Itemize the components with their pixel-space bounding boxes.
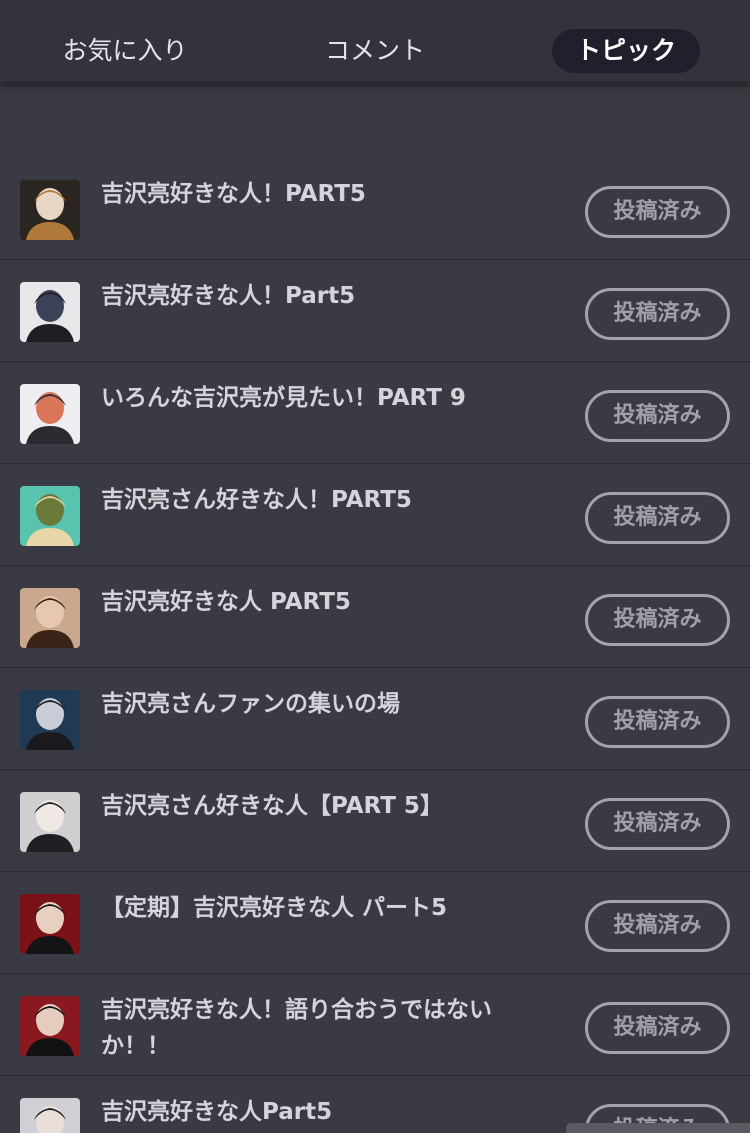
topic-thumbnail (20, 1098, 80, 1133)
posted-status-button[interactable]: 投稿済み (585, 594, 730, 646)
posted-status-button[interactable]: 投稿済み (585, 390, 730, 442)
topic-title: 吉沢亮好きな人 PART5 (101, 589, 351, 615)
posted-status-button[interactable]: 投稿済み (585, 288, 730, 340)
tab-favorites[interactable]: お気に入り (48, 29, 202, 73)
topic-row[interactable]: 吉沢亮好きな人！Part5 投稿済み (0, 260, 750, 362)
topic-row[interactable]: 吉沢亮好きな人 PART5 投稿済み (0, 566, 750, 668)
posted-status-button[interactable]: 投稿済み (585, 798, 730, 850)
topic-row[interactable]: 吉沢亮さん好きな人！PART5 投稿済み (0, 464, 750, 566)
topic-thumbnail (20, 384, 80, 444)
topic-title: いろんな吉沢亮が見たい！PART 9 (101, 385, 466, 411)
topic-thumbnail (20, 588, 80, 648)
topic-row[interactable]: いろんな吉沢亮が見たい！PART 9 投稿済み (0, 362, 750, 464)
posted-status-button[interactable]: 投稿済み (585, 696, 730, 748)
tab-topics[interactable]: トピック (552, 29, 700, 73)
topic-title: 吉沢亮好きな人Part5 (101, 1099, 333, 1125)
screen: お気に入り コメント トピック 吉沢亮好きな人！PART5 投稿済み 吉沢亮好きな人… (0, 0, 750, 1133)
posted-status-button[interactable]: 投稿済み (585, 900, 730, 952)
topic-row[interactable]: 【定期】吉沢亮好きな人 パート5 投稿済み (0, 872, 750, 974)
topic-thumbnail (20, 282, 80, 342)
topic-thumbnail (20, 996, 80, 1056)
tab-bar: お気に入り コメント トピック (0, 0, 750, 82)
topic-row[interactable]: 吉沢亮さん好きな人【PART 5】 投稿済み (0, 770, 750, 872)
topic-thumbnail (20, 180, 80, 240)
topic-title: 吉沢亮さんファンの集いの場 (101, 691, 400, 717)
topic-title: 吉沢亮好きな人！PART5 (101, 181, 366, 207)
topic-row[interactable]: 吉沢亮さんファンの集いの場 投稿済み (0, 668, 750, 770)
topic-thumbnail (20, 690, 80, 750)
posted-status-button[interactable]: 投稿済み (585, 492, 730, 544)
topic-thumbnail (20, 792, 80, 852)
topic-thumbnail (20, 486, 80, 546)
posted-status-button[interactable]: 投稿済み (585, 186, 730, 238)
topic-title: 吉沢亮さん好きな人！PART5 (101, 487, 412, 513)
topic-thumbnail (20, 894, 80, 954)
topic-title: 吉沢亮好きな人！Part5 (101, 283, 356, 309)
topic-title: 吉沢亮さん好きな人【PART 5】 (101, 793, 443, 819)
topic-row[interactable]: 吉沢亮好きな人！語り合おうではないか！！ 投稿済み (0, 974, 750, 1076)
topic-title: 【定期】吉沢亮好きな人 パート5 (101, 895, 448, 921)
topic-row[interactable]: 吉沢亮好きな人！PART5 投稿済み (0, 158, 750, 260)
posted-status-button[interactable]: 投稿済み (585, 1002, 730, 1054)
tab-comments[interactable]: コメント (304, 29, 446, 73)
topic-title: 吉沢亮好きな人！語り合おうではないか！！ (101, 997, 492, 1059)
scroll-indicator (566, 1123, 750, 1133)
